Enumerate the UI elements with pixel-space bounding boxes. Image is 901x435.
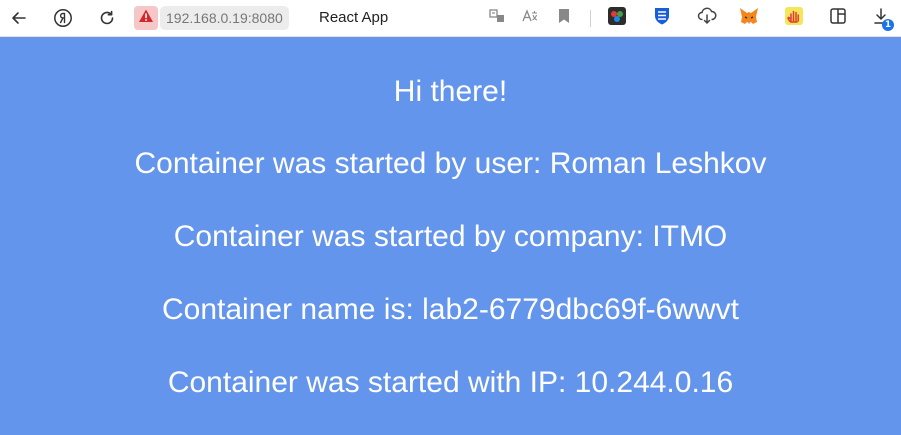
- browser-toolbar: 192.168.0.19:8080 React App 1: [0, 0, 901, 37]
- metamask-extension-icon: [738, 6, 760, 31]
- metamask-extension-button[interactable]: [738, 7, 760, 29]
- translate-page-icon: [488, 7, 506, 30]
- sidebar-icon: [828, 6, 848, 31]
- downloads-button[interactable]: 1: [870, 7, 894, 31]
- color-picker-extension-icon: [607, 6, 627, 31]
- greeting-text: Hi there!: [393, 75, 508, 108]
- security-warning-button[interactable]: [134, 6, 158, 30]
- reload-button[interactable]: [94, 5, 120, 31]
- address-bar[interactable]: 192.168.0.19:8080: [134, 6, 304, 30]
- toolbar-divider: [590, 10, 591, 27]
- bookmark-icon: [556, 7, 572, 30]
- container-name-text: Container name is: lab2-6779dbc69f-6wwvt: [162, 293, 739, 326]
- downloads-count-badge: 1: [882, 19, 894, 31]
- yandex-button[interactable]: [50, 5, 76, 31]
- back-button[interactable]: [6, 5, 32, 31]
- cloud-download-extension-icon: [697, 6, 717, 31]
- bitwarden-extension-button[interactable]: [651, 7, 673, 29]
- page-title: React App: [319, 9, 389, 26]
- company-info-text: Container was started by company: ITMO: [173, 220, 728, 253]
- read-aloud-icon: [521, 7, 539, 30]
- url-text[interactable]: 192.168.0.19:8080: [160, 6, 289, 30]
- page-content: Hi there! Container was started by user:…: [0, 37, 901, 435]
- hand-extension-icon: [784, 6, 804, 31]
- container-ip-text: Container was started with IP: 10.244.0.…: [167, 366, 734, 399]
- bookmark-button[interactable]: [553, 7, 575, 29]
- cloud-download-extension-button[interactable]: [696, 7, 718, 29]
- reload-icon: [98, 9, 116, 27]
- yandex-icon: [53, 8, 73, 28]
- user-info-text: Container was started by user: Roman Les…: [134, 147, 767, 180]
- translate-page-button[interactable]: [486, 7, 508, 29]
- read-aloud-button[interactable]: [519, 7, 541, 29]
- bitwarden-extension-icon: [652, 6, 672, 31]
- sidebar-button[interactable]: [827, 7, 849, 29]
- not-secure-warning-icon: [138, 8, 154, 29]
- back-icon: [10, 9, 28, 27]
- hand-extension-button[interactable]: [783, 6, 805, 31]
- color-picker-extension-button[interactable]: [606, 6, 628, 31]
